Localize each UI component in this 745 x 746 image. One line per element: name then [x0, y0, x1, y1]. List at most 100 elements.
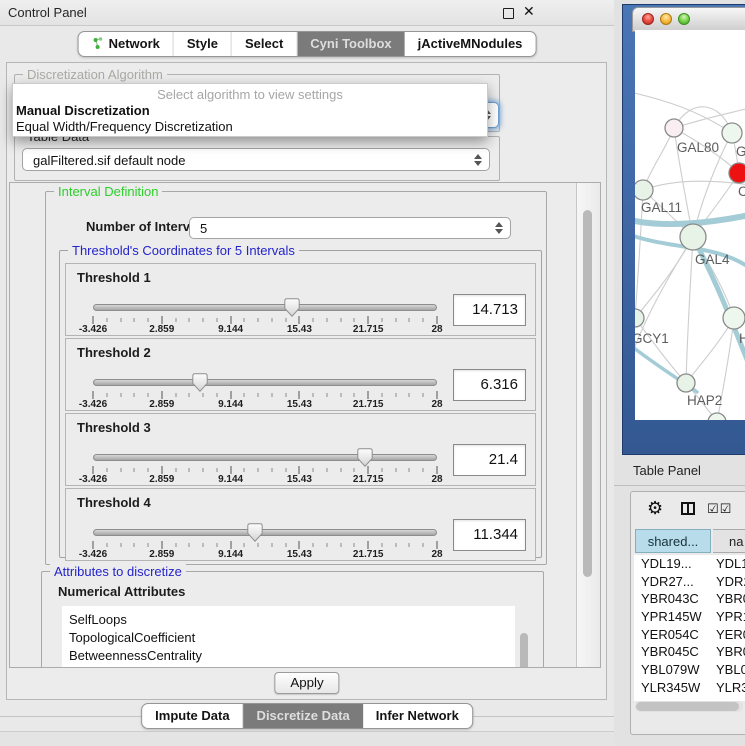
slider-handle[interactable]: [247, 523, 263, 542]
cell-shared-name: YER054C: [641, 626, 699, 644]
tick-mark: [244, 318, 245, 322]
node-unlabeled-pink[interactable]: [665, 119, 683, 137]
dropdown-option[interactable]: Equal Width/Frequency Discretization: [13, 119, 487, 135]
table-row[interactable]: YBR043CYBR043C: [634, 590, 745, 608]
threshold-value-box[interactable]: 21.4: [453, 444, 526, 476]
network-window-titlebar[interactable]: [632, 7, 745, 32]
slider-handle[interactable]: [357, 448, 373, 467]
slider-handle[interactable]: [284, 298, 300, 317]
scrollbar-thumb[interactable]: [636, 702, 739, 711]
tick-label: -3.426: [79, 474, 107, 485]
apply-button[interactable]: Apply: [274, 672, 339, 694]
cell-shared-name: YBR043C: [641, 590, 699, 608]
table-row[interactable]: YDR27...YDR27...: [634, 573, 745, 591]
zoom-traffic-light-icon[interactable]: [678, 13, 690, 25]
tick-label: 21.715: [353, 324, 384, 335]
tick-mark: [368, 316, 369, 324]
slider-track[interactable]: [93, 379, 437, 386]
tick-mark: [189, 543, 190, 547]
bottom-tab-discretize-data[interactable]: Discretize Data: [244, 704, 363, 728]
scrollbar-thumb[interactable]: [520, 633, 528, 668]
tick-mark: [326, 318, 327, 322]
tick-label: -3.426: [79, 324, 107, 335]
tab-label: Style: [187, 36, 218, 51]
table-row[interactable]: YPR145WYPR145W: [634, 608, 745, 626]
column-header-shared-name[interactable]: shared...: [635, 529, 711, 553]
table-horizontal-scrollbar[interactable]: [635, 701, 743, 712]
cell-shared-name: YLR345W: [641, 679, 700, 697]
tick-mark: [271, 543, 272, 547]
attribute-list-item[interactable]: TopologicalCoefficient: [62, 629, 515, 647]
table-header-row: shared... na: [634, 529, 745, 555]
slider-track[interactable]: [93, 304, 437, 311]
gear-icon[interactable]: ⚙: [647, 498, 663, 519]
attribute-list-item[interactable]: BetweennessCentrality: [62, 647, 515, 665]
dropdown-option[interactable]: Manual Discretization: [13, 103, 487, 119]
table-row[interactable]: YBL079WYBL079W: [634, 661, 745, 679]
number-of-intervals-combobox[interactable]: 5: [189, 217, 511, 239]
slider-tick-labels: -3.4262.8599.14415.4321.71528: [93, 324, 437, 336]
bottom-tab-impute-data[interactable]: Impute Data: [142, 704, 243, 728]
threshold-value-box[interactable]: 6.316: [453, 369, 526, 401]
scrollbar-thumb[interactable]: [583, 210, 592, 577]
tick-mark: [313, 318, 314, 322]
slider-track[interactable]: [93, 529, 437, 536]
threshold-value-box[interactable]: 11.344: [453, 519, 526, 551]
table-data-value: galFiltered.sif default node: [33, 153, 185, 168]
tab-label: jActiveMNodules: [418, 36, 523, 51]
tab-select[interactable]: Select: [232, 32, 297, 56]
settings-vertical-scrollbar[interactable]: [576, 183, 600, 667]
threshold-slider[interactable]: -3.4262.8599.14415.4321.71528: [93, 300, 437, 334]
slider-handle[interactable]: [192, 373, 208, 392]
node-gal4[interactable]: [680, 224, 706, 250]
tab-style[interactable]: Style: [174, 32, 232, 56]
table-data-combobox[interactable]: galFiltered.sif default node: [22, 148, 490, 171]
node-gal11[interactable]: [635, 180, 653, 200]
threshold-slider[interactable]: -3.4262.8599.14415.4321.71528: [93, 525, 437, 559]
threshold-value-box[interactable]: 14.713: [453, 294, 526, 326]
minimize-traffic-light-icon[interactable]: [660, 13, 672, 25]
threshold-slider[interactable]: -3.4262.8599.14415.4321.71528: [93, 450, 437, 484]
tick-label: 28: [431, 549, 442, 560]
select-columns-icons[interactable]: ☑☑: [707, 501, 732, 517]
threshold-slider[interactable]: -3.4262.8599.14415.4321.71528: [93, 375, 437, 409]
close-traffic-light-icon[interactable]: [642, 13, 654, 25]
node-hap2[interactable]: [677, 374, 695, 392]
attribute-list-item[interactable]: SelfLoops: [62, 611, 515, 629]
table-row[interactable]: YER054CYER054C: [634, 626, 745, 644]
cell-shared-name: YDR27...: [641, 573, 694, 591]
tick-mark: [409, 468, 410, 472]
tick-mark: [340, 393, 341, 397]
node-label: GA: [736, 144, 745, 159]
node-h[interactable]: [723, 307, 745, 329]
column-header-name[interactable]: na: [713, 529, 745, 553]
threshold-label: Threshold 4: [77, 495, 151, 510]
tick-mark: [189, 318, 190, 322]
dropdown-placeholder-option[interactable]: Select algorithm to view settings: [13, 84, 487, 103]
table-row[interactable]: YLR345WYLR345W: [634, 679, 745, 697]
node-top-right[interactable]: [722, 123, 742, 143]
tick-mark: [285, 393, 286, 397]
table-row[interactable]: YDL19...YDL19...: [634, 555, 745, 573]
tick-mark: [134, 318, 135, 322]
tab-jactivemnodules[interactable]: jActiveMNodules: [405, 32, 536, 56]
node-red[interactable]: [729, 163, 745, 183]
tick-mark: [120, 468, 121, 472]
tick-label: 9.144: [218, 549, 243, 560]
tick-mark: [230, 541, 231, 549]
close-icon[interactable]: ✕: [523, 3, 535, 20]
network-canvas[interactable]: GAL80GACGAL11GAL4GCY1HHAP2: [635, 30, 745, 420]
tick-mark: [299, 466, 300, 474]
bottom-tab-infer-network[interactable]: Infer Network: [363, 704, 472, 728]
slider-track[interactable]: [93, 454, 437, 461]
split-table-icon[interactable]: [681, 502, 695, 515]
numerical-attributes-list[interactable]: SelfLoopsTopologicalCoefficientBetweenne…: [62, 606, 515, 668]
float-window-icon[interactable]: [503, 8, 514, 19]
table-rows[interactable]: YDL19...YDL19...YDR27...YDR27...YBR043CY…: [634, 555, 745, 701]
tick-label: 15.43: [287, 399, 312, 410]
attributes-list-scrollbar[interactable]: [518, 606, 531, 668]
tab-cyni-toolbox[interactable]: Cyni Toolbox: [297, 32, 404, 56]
tab-network[interactable]: Network: [79, 32, 174, 56]
node-gcy1[interactable]: [635, 309, 644, 327]
table-row[interactable]: YBR045CYBR045C: [634, 643, 745, 661]
